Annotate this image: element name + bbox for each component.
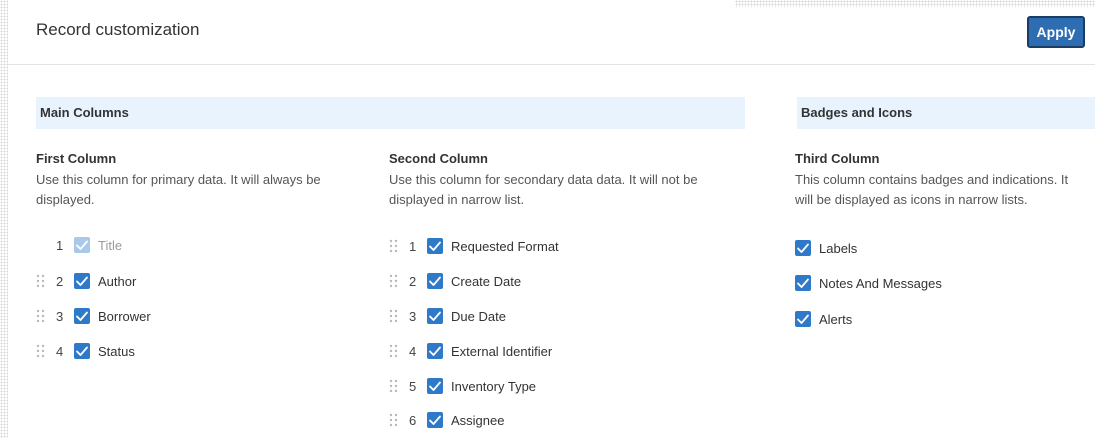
item-label: Inventory Type — [451, 378, 537, 394]
borrower-checkbox[interactable] — [74, 308, 90, 324]
checkmark-icon — [76, 240, 88, 250]
notes-and-messages-checkbox[interactable] — [795, 275, 811, 291]
item-number: 3 — [409, 308, 417, 324]
due-date-checkbox[interactable] — [427, 308, 443, 324]
third-column-item: Alerts — [795, 309, 852, 329]
item-label: Notes And Messages — [819, 275, 942, 291]
second-column-item: 3 Due Date — [389, 306, 506, 326]
third-column-info: Third Column This column contains badges… — [795, 150, 1095, 210]
status-checkbox[interactable] — [74, 343, 90, 359]
item-label: Status — [98, 343, 135, 359]
checkmark-icon — [797, 278, 809, 288]
section-badges-and-icons: Badges and Icons — [797, 97, 1095, 129]
edge-texture-left — [0, 0, 8, 438]
item-label: External Identifier — [451, 343, 553, 359]
item-label: Create Date — [451, 273, 522, 289]
item-number: 5 — [409, 378, 417, 394]
checkmark-icon — [76, 276, 88, 286]
inventory-type-checkbox[interactable] — [427, 378, 443, 394]
checkmark-icon — [797, 314, 809, 324]
external-identifier-checkbox[interactable] — [427, 343, 443, 359]
apply-button[interactable]: Apply — [1027, 16, 1085, 48]
third-column-description: This column contains badges and indicati… — [795, 172, 1069, 207]
item-number: 4 — [409, 343, 417, 359]
drag-handle-icon[interactable] — [36, 274, 46, 288]
second-column-info: Second Column Use this column for second… — [389, 150, 739, 210]
drag-handle-icon[interactable] — [36, 309, 46, 323]
labels-checkbox[interactable] — [795, 240, 811, 256]
item-number: 2 — [56, 273, 64, 289]
item-label: Borrower — [98, 308, 151, 324]
second-column-item: 1 Requested Format — [389, 236, 559, 256]
section-main-columns: Main Columns — [36, 97, 745, 129]
record-customization-panel: Record customization Apply Main Columns … — [0, 0, 1095, 438]
first-column-item: 4 Status — [36, 341, 135, 361]
page-title: Record customization — [36, 20, 200, 39]
third-column-item: Labels — [795, 238, 857, 258]
checkmark-icon — [76, 346, 88, 356]
second-column-item: 4 External Identifier — [389, 341, 552, 361]
alerts-checkbox[interactable] — [795, 311, 811, 327]
second-column-title: Second Column — [389, 151, 488, 166]
checkmark-icon — [429, 241, 441, 251]
item-label: Requested Format — [451, 238, 559, 254]
item-number: 1 — [409, 238, 417, 254]
first-column-item: 1 Title — [36, 235, 122, 255]
checkmark-icon — [429, 346, 441, 356]
second-column-item: 6 Assignee — [389, 410, 504, 430]
drag-handle-icon[interactable] — [389, 274, 399, 288]
drag-placeholder — [36, 238, 46, 252]
checkmark-icon — [429, 415, 441, 425]
create-date-checkbox[interactable] — [427, 273, 443, 289]
item-number: 6 — [409, 412, 417, 428]
first-column-description: Use this column for primary data. It wil… — [36, 172, 321, 207]
checkmark-icon — [76, 311, 88, 321]
second-column-description: Use this column for secondary data data.… — [389, 172, 698, 207]
drag-handle-icon[interactable] — [389, 309, 399, 323]
checkmark-icon — [429, 276, 441, 286]
first-column-title: First Column — [36, 151, 117, 166]
first-column-item: 3 Borrower — [36, 306, 151, 326]
drag-handle-icon[interactable] — [389, 344, 399, 358]
item-number: 3 — [56, 308, 64, 324]
item-label: Author — [98, 273, 137, 289]
checkmark-icon — [429, 381, 441, 391]
item-label: Due Date — [451, 308, 506, 324]
first-column-info: First Column Use this column for primary… — [36, 150, 366, 210]
third-column-title: Third Column — [795, 151, 880, 166]
item-number: 2 — [409, 273, 417, 289]
second-column-item: 2 Create Date — [389, 271, 521, 291]
title-checkbox — [74, 237, 90, 253]
item-number: 4 — [56, 343, 64, 359]
assignee-checkbox[interactable] — [427, 412, 443, 428]
drag-handle-icon[interactable] — [389, 379, 399, 393]
drag-handle-icon[interactable] — [389, 413, 399, 427]
item-label: Title — [98, 237, 123, 253]
item-label: Alerts — [819, 311, 853, 327]
requested-format-checkbox[interactable] — [427, 238, 443, 254]
author-checkbox[interactable] — [74, 273, 90, 289]
drag-handle-icon[interactable] — [36, 344, 46, 358]
checkmark-icon — [429, 311, 441, 321]
item-number: 1 — [56, 237, 64, 253]
panel-header: Record customization Apply — [0, 0, 1095, 65]
item-label: Labels — [819, 240, 858, 256]
item-label: Assignee — [451, 412, 505, 428]
drag-handle-icon[interactable] — [389, 239, 399, 253]
checkmark-icon — [797, 243, 809, 253]
first-column-item: 2 Author — [36, 271, 136, 291]
second-column-item: 5 Inventory Type — [389, 376, 536, 396]
third-column-item: Notes And Messages — [795, 273, 942, 293]
